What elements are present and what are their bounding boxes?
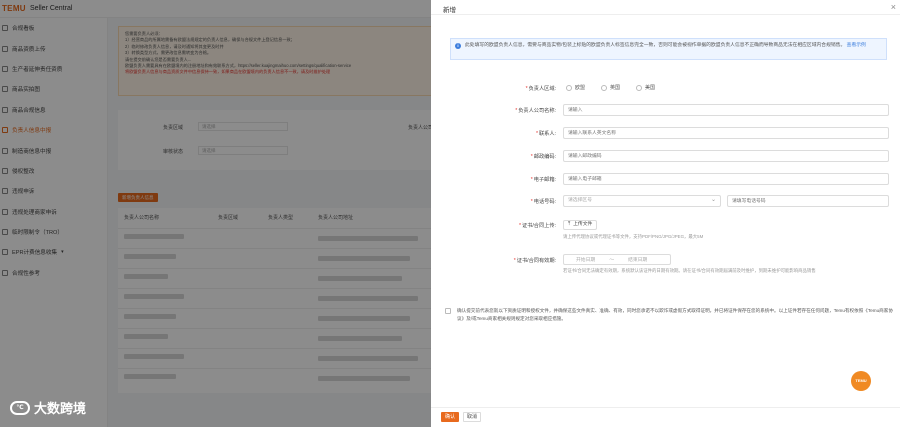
modal-overlay[interactable] [0, 0, 431, 427]
temu-assistant-button[interactable]: TEMU [851, 371, 871, 391]
region-label: *负责人区域: [525, 86, 556, 92]
add-drawer: 新增 × i 此处填写的欧盟负责人信息，需要与商品实物/包装上标贴的欧盟负责人标… [431, 0, 900, 427]
date-separator: ～ [609, 258, 615, 263]
phone-number-input[interactable] [727, 195, 889, 207]
validity-label: *证书/合同有效期: [513, 258, 556, 264]
info-icon: i [455, 43, 461, 49]
validity-date-range[interactable]: 开始日期 ～ 结束日期 [563, 254, 671, 265]
divider [431, 407, 900, 408]
upload-file-button[interactable]: ⤒ 上传文件 [563, 220, 598, 230]
info-text: 此处填写的欧盟负责人信息，需要与商品实物/包装上标贴的欧盟负责人标签信息完全一致… [465, 42, 882, 50]
phone-label: *电话号码: [530, 199, 556, 205]
postcode-label: *邮政编码: [530, 154, 556, 160]
area-code-select[interactable]: 请选择区号 [563, 195, 721, 207]
company-name-input[interactable] [563, 104, 889, 116]
upload-icon: ⤒ [568, 222, 571, 227]
divider [431, 14, 900, 15]
view-example-link[interactable]: 查看示例 [847, 43, 866, 48]
certificate-label: *证书/合同上传: [518, 223, 556, 229]
upload-button-label: 上传文件 [573, 222, 593, 227]
confirm-checkbox[interactable] [445, 308, 451, 314]
contact-input[interactable] [563, 127, 889, 139]
watermark-text: 大数跨境 [34, 401, 87, 416]
close-icon[interactable]: × [891, 2, 896, 12]
info-banner: i 此处填写的欧盟负责人信息，需要与商品实物/包装上标贴的欧盟负责人标签信息完全… [450, 38, 887, 60]
email-label: *电子邮箱: [530, 177, 556, 183]
region-radio-group: 欧盟 英国 美国 [566, 84, 655, 91]
region-radio-uk[interactable]: 英国 [601, 84, 620, 91]
region-radio-us[interactable]: 美国 [636, 84, 655, 91]
contact-label: *联系人: [535, 131, 556, 137]
end-date-input[interactable]: 结束日期 [628, 256, 647, 263]
postcode-input[interactable] [563, 150, 889, 162]
info-message: 此处填写的欧盟负责人信息，需要与商品实物/包装上标贴的欧盟负责人标签信息完全一致… [465, 43, 846, 48]
drawer-title: 新增 [443, 7, 456, 14]
company-label: *负责人公司名称: [515, 108, 556, 114]
email-input[interactable] [563, 173, 889, 185]
cancel-button[interactable]: 取消 [463, 412, 481, 422]
region-radio-eu[interactable]: 欧盟 [566, 84, 585, 91]
watermark: ℃ 大数跨境 [10, 398, 86, 417]
watermark-logo-icon: ℃ [10, 400, 30, 415]
validity-hint: 若证书/合同无法确定有效期，系统默认该证件的日期有效期。请在证书/合同有效期届满… [563, 268, 816, 273]
start-date-input[interactable]: 开始日期 [576, 256, 595, 263]
upload-hint: 请上传代理协议或代理证书等文件，支持PDF/PNG/JPG/JPEG，最大5M [563, 234, 704, 239]
confirm-button[interactable]: 确认 [441, 412, 459, 422]
confirm-text: 确认提交前代表您就以下资质证明和授权文件，并确保这些文件真实、准确、有效，同时您… [457, 308, 893, 321]
